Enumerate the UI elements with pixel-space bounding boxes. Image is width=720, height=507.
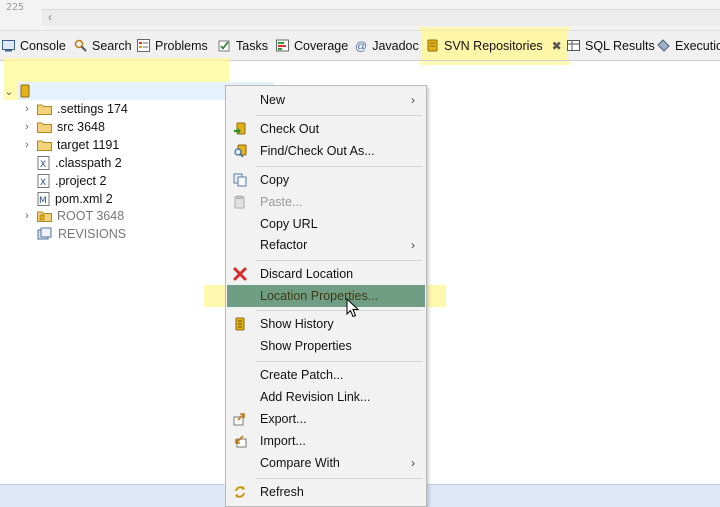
menu-item-add-revision-link[interactable]: Add Revision Link... bbox=[227, 386, 425, 408]
tab-coverage[interactable]: Coverage bbox=[276, 31, 348, 60]
console-icon bbox=[2, 40, 15, 52]
menu-item-show-history[interactable]: Show History bbox=[227, 313, 425, 335]
red-x-icon bbox=[233, 267, 247, 281]
revisions-icon bbox=[37, 227, 52, 240]
tree-root[interactable]: ⌄ bbox=[4, 82, 36, 100]
chevron-right-icon: › bbox=[411, 238, 415, 252]
refresh-icon bbox=[235, 486, 245, 498]
tree-item[interactable]: › ROOT 3648 bbox=[22, 207, 124, 225]
sql-results-icon bbox=[567, 40, 580, 51]
mouse-pointer-icon bbox=[346, 298, 360, 318]
tree-item[interactable]: X .project 2 bbox=[22, 172, 106, 190]
menu-separator bbox=[256, 115, 422, 116]
tab-sql-results[interactable]: SQL Results bbox=[567, 31, 655, 60]
svn-folder-icon bbox=[37, 211, 52, 222]
menu-separator bbox=[256, 361, 422, 362]
context-menu: New › Check Out Find/Check Out As... Cop… bbox=[225, 85, 427, 507]
menu-item-discard-location[interactable]: Discard Location bbox=[227, 263, 425, 285]
chevron-right-icon: › bbox=[411, 93, 415, 107]
export-icon bbox=[233, 413, 245, 426]
chevron-right-icon[interactable]: › bbox=[22, 210, 32, 222]
menu-item-show-properties[interactable]: Show Properties bbox=[227, 335, 425, 357]
import-icon bbox=[235, 435, 247, 448]
history-icon bbox=[235, 317, 245, 331]
chevron-down-icon[interactable]: ⌄ bbox=[4, 85, 14, 98]
tree-item[interactable]: REVISIONS bbox=[22, 225, 126, 243]
chevron-right-icon[interactable]: › bbox=[22, 121, 32, 133]
scroll-left-arrow-icon[interactable]: ‹ bbox=[48, 10, 52, 24]
folder-icon bbox=[37, 140, 52, 151]
xml-file-icon: X bbox=[37, 174, 50, 188]
menu-separator bbox=[256, 260, 422, 261]
paste-icon bbox=[234, 195, 245, 209]
menu-item-paste[interactable]: Paste... bbox=[227, 191, 425, 213]
chevron-right-icon[interactable]: › bbox=[22, 103, 32, 115]
svn-repository-icon bbox=[427, 39, 438, 52]
menu-item-import[interactable]: Import... bbox=[227, 430, 425, 452]
menu-item-compare-with[interactable]: Compare With › bbox=[227, 452, 425, 474]
menu-item-copy-url[interactable]: Copy URL bbox=[227, 213, 425, 235]
menu-item-refresh[interactable]: Refresh bbox=[227, 481, 425, 503]
tab-search[interactable]: Search bbox=[74, 31, 132, 60]
menu-separator bbox=[256, 310, 422, 311]
menu-item-copy[interactable]: Copy bbox=[227, 169, 425, 191]
menu-item-location-properties[interactable]: Location Properties... bbox=[227, 285, 425, 307]
tree-item[interactable]: X .classpath 2 bbox=[22, 154, 122, 172]
tasks-icon bbox=[218, 40, 230, 52]
menu-item-refactor[interactable]: Refactor › bbox=[227, 234, 425, 256]
coverage-icon bbox=[276, 39, 289, 52]
tab-console[interactable]: Console bbox=[2, 31, 66, 60]
tree-item[interactable]: M pom.xml 2 bbox=[22, 190, 113, 208]
at-sign-icon: @ bbox=[355, 38, 368, 53]
checkout-icon bbox=[234, 122, 246, 135]
menu-item-check-out[interactable]: Check Out bbox=[227, 118, 425, 140]
line-number: 225 bbox=[6, 2, 25, 13]
tab-problems[interactable]: Problems bbox=[137, 31, 208, 60]
execution-plan-icon bbox=[657, 39, 670, 52]
horizontal-scrollbar[interactable]: ‹ bbox=[42, 9, 720, 26]
tree-item[interactable]: › src 3648 bbox=[22, 118, 105, 136]
find-checkout-icon bbox=[234, 144, 247, 158]
xml-file-icon: X bbox=[37, 156, 50, 170]
editor-strip: 225 ‹ bbox=[0, 0, 720, 31]
copy-icon bbox=[233, 173, 247, 187]
tree-item[interactable]: › .settings 174 bbox=[22, 100, 128, 118]
tab-svn-repositories[interactable]: SVN Repositories ✖ bbox=[422, 31, 568, 60]
view-tab-bar: Console Search Problems Tasks Coverage @… bbox=[0, 31, 720, 61]
svg-text:M: M bbox=[39, 196, 47, 206]
menu-item-new[interactable]: New › bbox=[227, 89, 425, 111]
menu-item-find-check-out-as[interactable]: Find/Check Out As... bbox=[227, 140, 425, 162]
svg-text:X: X bbox=[40, 160, 46, 170]
folder-icon bbox=[37, 122, 52, 133]
maven-file-icon: M bbox=[37, 192, 50, 206]
chevron-right-icon[interactable]: › bbox=[22, 139, 32, 151]
tab-tasks[interactable]: Tasks bbox=[218, 31, 268, 60]
folder-icon bbox=[37, 104, 52, 115]
svg-text:X: X bbox=[40, 178, 46, 188]
close-tab-icon[interactable]: ✖ bbox=[552, 39, 562, 53]
search-icon bbox=[74, 39, 87, 52]
tab-javadoc[interactable]: @ Javadoc bbox=[355, 31, 419, 60]
chevron-right-icon: › bbox=[411, 456, 415, 470]
problems-icon bbox=[137, 39, 150, 52]
svn-repository-icon bbox=[20, 84, 30, 98]
menu-separator bbox=[256, 478, 422, 479]
menu-item-create-patch[interactable]: Create Patch... bbox=[227, 364, 425, 386]
tab-execution-plan[interactable]: Executio bbox=[657, 31, 720, 60]
tree-item[interactable]: › target 1191 bbox=[22, 136, 119, 154]
menu-separator bbox=[256, 166, 422, 167]
menu-item-export[interactable]: Export... bbox=[227, 408, 425, 430]
